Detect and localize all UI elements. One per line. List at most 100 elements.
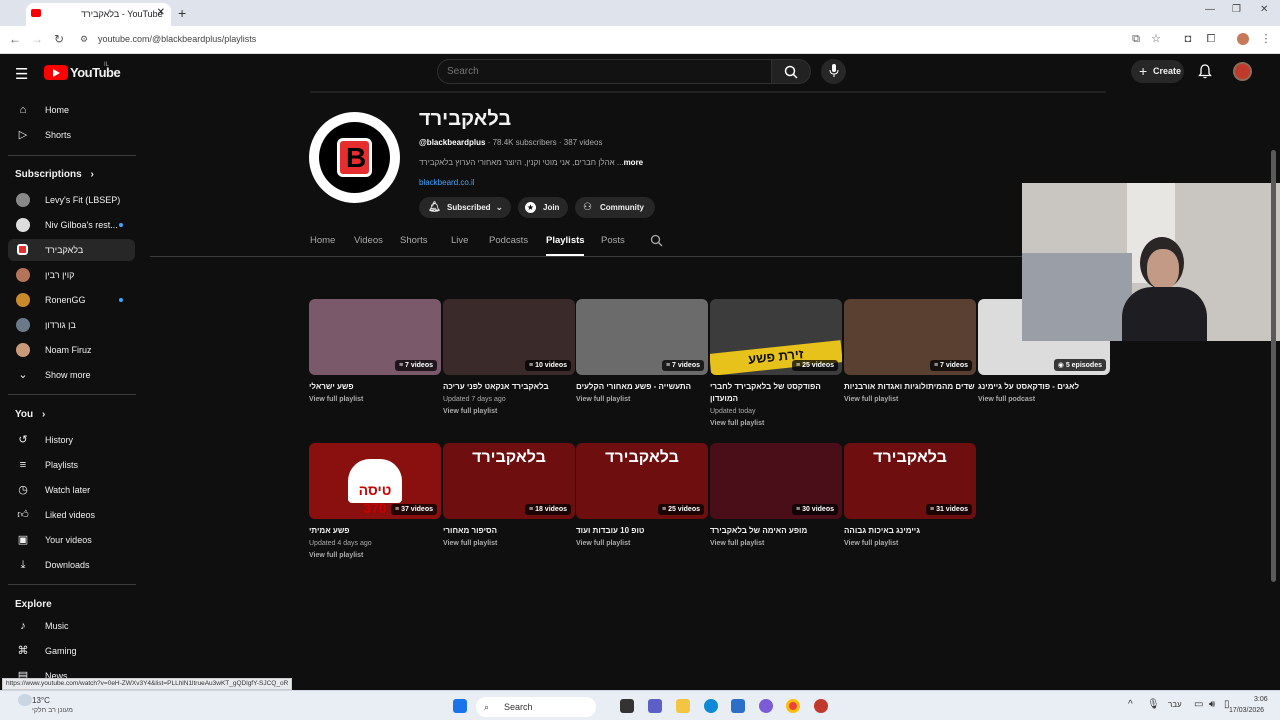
tab-videos[interactable]: Videos xyxy=(354,235,383,246)
tray-overflow-icon[interactable]: ^ xyxy=(1128,699,1133,710)
notifications-bell-icon[interactable] xyxy=(1198,64,1212,79)
playlist-thumbnail[interactable]: בלאקבירד ≡ 25 videos xyxy=(576,443,708,519)
playlist-title[interactable]: לאגים - פודקאסט על גיימינג xyxy=(978,381,1110,393)
subscriptions-heading[interactable]: Subscriptions › xyxy=(15,169,94,180)
sidebar-item-history[interactable]: ↺ History xyxy=(8,429,135,451)
playlist-thumbnail[interactable]: בלאקבירד ≡ 31 videos xyxy=(844,443,976,519)
page-scrollbar[interactable] xyxy=(1271,150,1276,582)
hamburger-menu-icon[interactable]: ☰ xyxy=(15,65,28,83)
sidebar-item-shorts[interactable]: ▷ Shorts xyxy=(8,124,135,146)
chrome-icon[interactable] xyxy=(786,699,800,713)
microphone-tray-icon[interactable]: 🎙︎ xyxy=(1147,699,1160,710)
playlist-thumbnail[interactable]: ≡ 10 videos xyxy=(443,299,575,375)
subscribed-button[interactable]: 🔔︎ Subscribed ⌄ xyxy=(419,197,511,218)
playlist-card[interactable]: ≡ 7 videos פשע ישראלי View full playlist xyxy=(309,299,441,406)
playlist-title[interactable]: פשע ישראלי xyxy=(309,381,441,393)
channel-search-icon[interactable] xyxy=(650,234,663,247)
sidebar-sub-kevin-rabin[interactable]: קוין רבין xyxy=(8,264,135,286)
browser-menu-icon[interactable]: ⋮ xyxy=(1260,33,1272,45)
bookmark-star-icon[interactable]: ☆ xyxy=(1150,33,1162,45)
sidebar-item-music[interactable]: ♪ Music xyxy=(8,615,135,637)
new-tab-button[interactable]: + xyxy=(178,5,186,21)
playlist-title[interactable]: טופ 10 עובדות ועוד xyxy=(576,525,708,537)
playlist-title[interactable]: גיימינג באיכות גבוהה xyxy=(844,525,976,537)
search-box[interactable] xyxy=(437,59,772,84)
more-link[interactable]: more xyxy=(624,158,644,167)
playlist-card[interactable]: טיסה 370 ≡ 37 videos פשע אמיתי Updated 4 … xyxy=(309,443,441,562)
messenger-icon[interactable] xyxy=(759,699,773,713)
input-language[interactable]: עבר xyxy=(1168,700,1182,709)
taskbar-search[interactable]: ⌕ Search xyxy=(476,697,596,717)
windows-start-icon[interactable] xyxy=(453,699,467,713)
view-full-playlist-link[interactable]: View full playlist xyxy=(443,538,575,550)
search-input[interactable] xyxy=(438,60,771,83)
view-full-podcast-link[interactable]: View full podcast xyxy=(978,394,1110,406)
view-full-playlist-link[interactable]: View full playlist xyxy=(844,538,976,550)
playlist-card[interactable]: ≡ 10 videos בלאקבירד אנקאט לפני עריכה Up… xyxy=(443,299,575,418)
window-close-icon[interactable]: ✕ xyxy=(1260,4,1268,15)
profile-avatar-icon[interactable] xyxy=(1237,33,1249,45)
tab-podcasts[interactable]: Podcasts xyxy=(489,235,528,246)
channel-avatar-large[interactable] xyxy=(309,112,400,203)
view-full-playlist-link[interactable]: View full playlist xyxy=(710,538,842,550)
tab-live[interactable]: Live xyxy=(451,235,468,246)
sidebar-item-playlists[interactable]: ≡ Playlists xyxy=(8,454,135,476)
playlist-card[interactable]: בלאקבירד ≡ 31 videos גיימינג באיכות גבוהה… xyxy=(844,443,976,550)
view-full-playlist-link[interactable]: View full playlist xyxy=(309,550,441,562)
view-full-playlist-link[interactable]: View full playlist xyxy=(844,394,976,406)
sidebar-sub-ronengg[interactable]: RonenGG xyxy=(8,289,135,311)
sidebar-item-home[interactable]: ⌂ Home xyxy=(8,99,135,121)
playlist-thumbnail[interactable]: ≡ 30 videos xyxy=(710,443,842,519)
url-field[interactable]: youtube.com/@blackbeardplus/playlists xyxy=(98,34,256,44)
sidebar-sub-noam-firuz[interactable]: Noam Firuz xyxy=(8,339,135,361)
extension-icon[interactable]: ◘ xyxy=(1182,33,1194,45)
playlist-card[interactable]: בלאקבירד ≡ 25 videos טופ 10 עובדות ועוד V… xyxy=(576,443,708,550)
playlist-thumbnail[interactable]: טיסה 370 ≡ 37 videos xyxy=(309,443,441,519)
sidebar-sub-niv-gilboa[interactable]: Niv Gilboa's rest... xyxy=(8,214,135,236)
file-explorer-icon[interactable] xyxy=(676,699,690,713)
channel-description[interactable]: אהלן חברים, אני מוטי וקנין, היוצר מאחורי… xyxy=(419,158,643,167)
sidebar-sub-blackbeard[interactable]: בלאקבירד xyxy=(8,239,135,261)
playlist-title[interactable]: פשע אמיתי xyxy=(309,525,441,537)
tab-home[interactable]: Home xyxy=(310,235,335,246)
youtube-logo-icon[interactable] xyxy=(44,65,68,80)
create-button[interactable]: + Create xyxy=(1131,60,1184,83)
tab-playlists[interactable]: Playlists xyxy=(546,235,585,246)
install-app-icon[interactable]: ⧉ xyxy=(1130,33,1142,45)
show-more-button[interactable]: ⌄ Show more xyxy=(8,364,135,386)
playlist-thumbnail[interactable]: ≡ 7 videos xyxy=(844,299,976,375)
sidebar-sub-levys-fit[interactable]: Levy's Fit (LBSEP) xyxy=(8,189,135,211)
join-button[interactable]: ★ Join xyxy=(518,197,568,218)
maximize-icon[interactable]: ❐ xyxy=(1232,4,1241,15)
forward-icon[interactable]: → xyxy=(31,32,43,46)
playlist-thumbnail[interactable]: ≡ 7 videos xyxy=(576,299,708,375)
site-info-icon[interactable]: ⚙ xyxy=(80,34,88,45)
playlist-title[interactable]: בלאקבירד אנקאט לפני עריכה xyxy=(443,381,575,393)
channel-link[interactable]: blackbeard.co.il xyxy=(419,178,475,187)
minimize-icon[interactable]: — xyxy=(1205,4,1215,15)
store-icon[interactable] xyxy=(731,699,745,713)
playlist-card[interactable]: בלאקבירד ≡ 18 videos הסיפור מאחורי View f… xyxy=(443,443,575,550)
playlist-card[interactable]: ≡ 7 videos שדים מהמיתולוגיות ואגדות אורב… xyxy=(844,299,976,406)
app-icon[interactable] xyxy=(814,699,828,713)
youtube-logo-text[interactable]: YouTube xyxy=(70,65,121,80)
playlist-thumbnail[interactable]: זירת פשע ≡ 25 videos xyxy=(710,299,842,375)
search-button[interactable] xyxy=(771,59,811,84)
account-avatar[interactable] xyxy=(1233,62,1252,81)
view-full-playlist-link[interactable]: View full playlist xyxy=(576,394,708,406)
tab-posts[interactable]: Posts xyxy=(601,235,625,246)
playlist-title[interactable]: שדים מהמיתולוגיות ואגדות אורבניות xyxy=(844,381,976,393)
clock-time[interactable]: 3:06 xyxy=(1254,696,1268,703)
view-full-playlist-link[interactable]: View full playlist xyxy=(443,406,575,418)
playlist-title[interactable]: הסיפור מאחורי xyxy=(443,525,575,537)
weather-icon[interactable] xyxy=(18,694,32,706)
view-full-playlist-link[interactable]: View full playlist xyxy=(576,538,708,550)
playlist-thumbnail[interactable]: ≡ 7 videos xyxy=(309,299,441,375)
browser-tab[interactable]: בלאקבירד - YouTube ✕ xyxy=(26,3,171,26)
playlist-thumbnail[interactable]: בלאקבירד ≡ 18 videos xyxy=(443,443,575,519)
view-full-playlist-link[interactable]: View full playlist xyxy=(710,418,842,430)
sidebar-item-watch-later[interactable]: ◷ Watch later xyxy=(8,479,135,501)
weather-temp[interactable]: 13°C xyxy=(32,696,50,705)
community-button[interactable]: ⚇ Community xyxy=(575,197,655,218)
edge-icon[interactable] xyxy=(704,699,718,713)
